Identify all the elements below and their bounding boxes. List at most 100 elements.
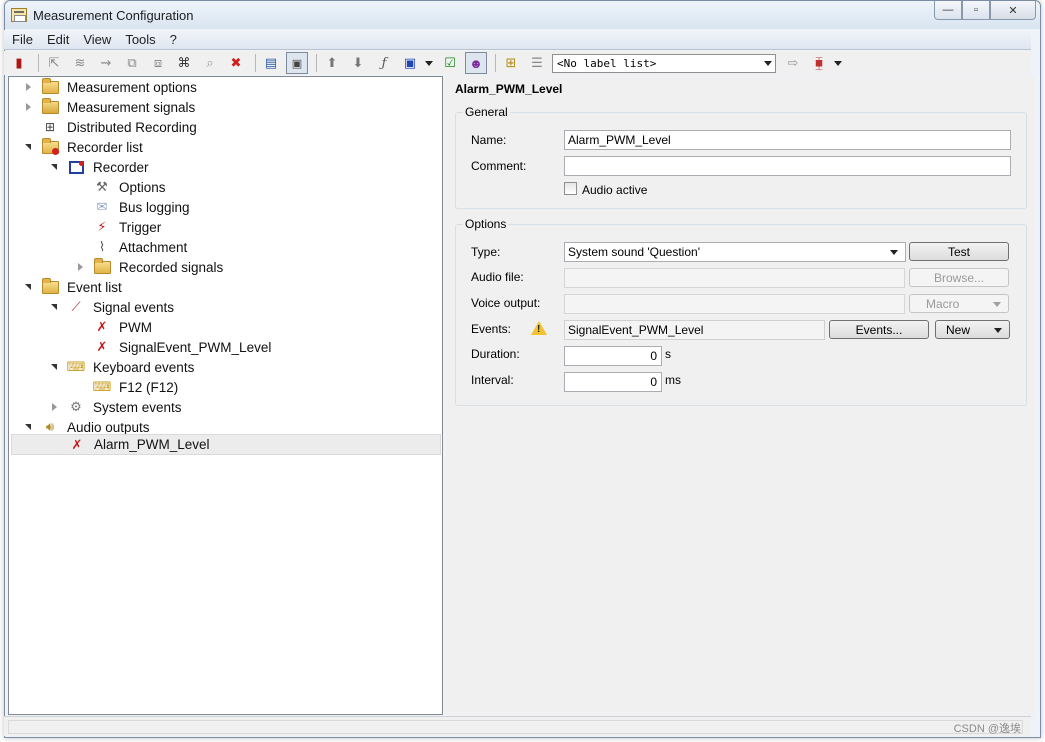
collapse-icon[interactable]	[25, 284, 31, 290]
tree-item-label: System events	[93, 399, 182, 415]
tree-item-label: Alarm_PWM_Level	[94, 437, 210, 452]
tree-item-keyboard-events[interactable]: ⌨ Keyboard events	[49, 357, 194, 377]
close-button[interactable]: ✕	[990, 1, 1036, 20]
events-field[interactable]: SignalEvent_PWM_Level	[564, 320, 825, 340]
copy-icon[interactable]: ⧉	[121, 52, 143, 74]
duration-input[interactable]: 0	[564, 346, 662, 366]
binoculars-icon[interactable]: ⌘	[173, 52, 195, 74]
folder-record-icon	[41, 137, 59, 155]
folder-icon	[41, 77, 59, 95]
config-tree[interactable]: Measurement options Measurement signals …	[8, 76, 443, 715]
export-icon[interactable]: ⇨	[782, 52, 804, 74]
collapse-icon[interactable]	[51, 304, 57, 310]
config-view-icon[interactable]: ▤	[260, 52, 282, 74]
percent-view-icon[interactable]: ▣	[286, 52, 308, 74]
tree-item-pwm[interactable]: ✗ PWM	[75, 317, 152, 337]
voice-output-label: Voice output:	[471, 296, 541, 310]
function-icon[interactable]: ƒ	[373, 52, 395, 74]
watermark: CSDN @逸埃	[953, 723, 1021, 735]
type-select[interactable]: System sound 'Question'	[564, 242, 906, 262]
tree-options-icon[interactable]: ⧯	[808, 52, 830, 74]
audio-active-checkbox[interactable]	[564, 182, 577, 195]
type-select-value: System sound 'Question'	[568, 245, 700, 259]
expand-icon[interactable]	[26, 103, 31, 111]
move-down-icon[interactable]: ⬇	[347, 52, 369, 74]
audio-file-label: Audio file:	[471, 270, 524, 284]
detail-heading: Alarm_PWM_Level	[455, 82, 563, 96]
label-list-select[interactable]: <No label list>	[552, 53, 776, 73]
save-icon[interactable]: ▣	[399, 52, 421, 74]
audio-file-field[interactable]	[564, 268, 905, 288]
menu-edit[interactable]: Edit	[47, 32, 69, 47]
duration-label: Duration:	[471, 347, 520, 361]
menu-view[interactable]: View	[83, 32, 111, 47]
signal-events-icon: ⟋	[71, 299, 81, 314]
save-dropdown-arrow-icon[interactable]	[425, 60, 433, 66]
voice-output-field[interactable]	[564, 294, 905, 314]
add-item-icon[interactable]: ⇱	[43, 52, 65, 74]
macro-button[interactable]: Macro	[909, 294, 1009, 313]
delete-icon[interactable]: ✖	[225, 52, 247, 74]
menu-file[interactable]: File	[12, 32, 33, 47]
tree-item-recorder[interactable]: Recorder	[49, 157, 149, 177]
tree-item-system-events[interactable]: ⚙ System events	[49, 397, 182, 417]
expand-icon[interactable]	[26, 83, 31, 91]
wrench-icon: ⚒	[96, 179, 108, 194]
tree-item-measurement-signals[interactable]: Measurement signals	[23, 97, 195, 117]
tree-item-attachment[interactable]: ⌇ Attachment	[75, 237, 187, 257]
status-bar: CSDN @逸埃	[4, 716, 1031, 736]
tree-item-label: SignalEvent_PWM_Level	[119, 339, 272, 355]
tree-item-recorded-signals[interactable]: Recorded signals	[75, 257, 223, 277]
label-list-icon[interactable]: ☰	[526, 52, 548, 74]
new-event-button[interactable]: New	[935, 320, 1010, 339]
tree-item-label: Attachment	[119, 239, 188, 255]
name-label: Name:	[471, 133, 507, 147]
menu-help[interactable]: ?	[170, 32, 177, 47]
app-icon	[11, 8, 27, 22]
tree-item-label: Measurement signals	[67, 99, 196, 115]
test-button[interactable]: Test	[909, 242, 1009, 261]
wizard-icon[interactable]: ☻	[465, 52, 487, 74]
tree-item-label: Recorded signals	[119, 259, 224, 275]
paste-icon[interactable]: ⧈	[147, 52, 169, 74]
trigger-icon: ⚡	[97, 219, 107, 234]
tree-item-recorder-list[interactable]: Recorder list	[23, 137, 143, 157]
collapse-icon[interactable]	[25, 424, 31, 430]
move-up-icon[interactable]: ⬆	[321, 52, 343, 74]
magnifier-icon[interactable]: ⌕	[199, 52, 221, 74]
audio-active-label: Audio active	[582, 183, 648, 197]
tree-item-label: Bus logging	[119, 199, 190, 215]
exit-icon[interactable]: ▮	[8, 52, 30, 74]
tree-item-options[interactable]: ⚒ Options	[75, 177, 165, 197]
minimize-button[interactable]: —	[934, 1, 962, 20]
options-group: Options Type: System sound 'Question' Te…	[455, 217, 1027, 406]
browse-button[interactable]: Browse...	[909, 268, 1009, 287]
collapse-icon[interactable]	[51, 364, 57, 370]
folder-signal-icon	[41, 97, 59, 115]
add-signal-icon[interactable]: ≋	[69, 52, 91, 74]
label-add-icon[interactable]: ⊞	[500, 52, 522, 74]
tree-item-f12[interactable]: ⌨ F12 (F12)	[75, 377, 179, 397]
tree-options-dropdown-arrow-icon[interactable]	[834, 60, 842, 66]
tree-item-signalevent-pwm-level[interactable]: ✗ SignalEvent_PWM_Level	[75, 337, 272, 357]
collapse-icon[interactable]	[51, 164, 57, 170]
tree-item-bus-logging[interactable]: ✉ Bus logging	[75, 197, 190, 217]
tree-item-signal-events[interactable]: ⟋ Signal events	[49, 297, 174, 317]
comment-field[interactable]	[564, 156, 1011, 176]
expand-icon[interactable]	[78, 263, 83, 271]
events-button[interactable]: Events...	[829, 320, 929, 339]
name-field[interactable]: Alarm_PWM_Level	[564, 130, 1011, 150]
tree-item-trigger[interactable]: ⚡ Trigger	[75, 217, 161, 237]
tree-item-event-list[interactable]: Event list	[23, 277, 122, 297]
interval-input[interactable]: 0	[564, 372, 662, 392]
expand-icon[interactable]	[52, 403, 57, 411]
checkbox-icon[interactable]: ☑	[439, 52, 461, 74]
maximize-button[interactable]: ▫	[962, 1, 990, 20]
menu-tools[interactable]: Tools	[125, 32, 155, 47]
tree-item-distributed-recording[interactable]: ⊞ Distributed Recording	[23, 117, 197, 137]
add-event-icon[interactable]: ⇝	[95, 52, 117, 74]
tree-item-alarm-pwm-level[interactable]: ✗ Alarm_PWM_Level	[11, 434, 441, 455]
collapse-icon[interactable]	[25, 144, 31, 150]
tree-item-measurement-options[interactable]: Measurement options	[23, 77, 197, 97]
toolbar-separator	[255, 54, 256, 72]
